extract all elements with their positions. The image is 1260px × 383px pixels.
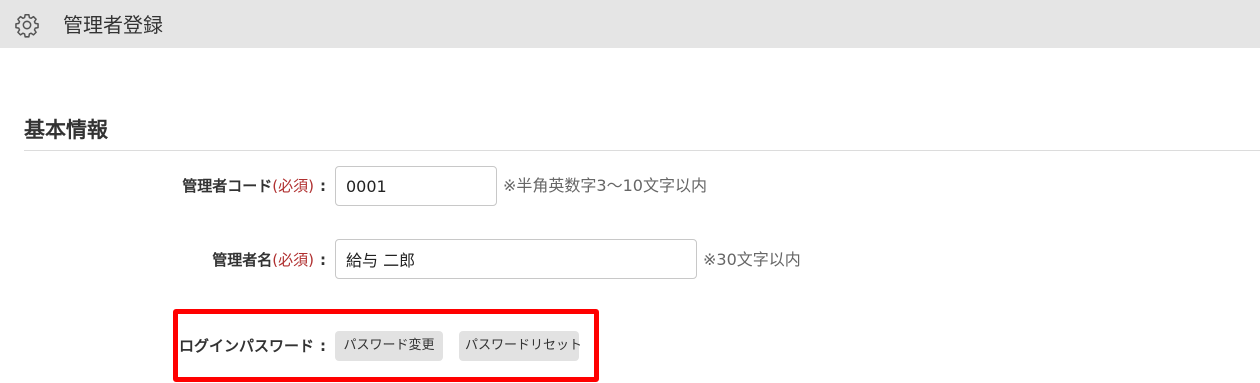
page-title: 管理者登録	[63, 13, 163, 37]
section-divider	[24, 150, 1260, 151]
required-mark: (必須)	[272, 251, 314, 269]
admin-code-row: 管理者コード(必須): ※半角英数字3～10文字以内	[0, 166, 1260, 206]
label-colon: :	[320, 177, 326, 195]
gear-icon	[15, 13, 39, 38]
login-password-label: ログインパスワード:	[179, 335, 326, 357]
admin-name-label-text: 管理者名	[212, 251, 273, 269]
reset-password-button[interactable]: パスワードリセット	[459, 331, 582, 361]
page-header: 管理者登録	[0, 0, 1260, 48]
admin-code-input[interactable]	[335, 166, 497, 206]
change-password-button[interactable]: パスワード変更	[335, 331, 443, 361]
label-colon: :	[320, 337, 326, 355]
admin-code-note: ※半角英数字3～10文字以内	[503, 176, 707, 195]
admin-code-label-text: 管理者コード	[182, 177, 273, 195]
admin-name-label: 管理者名(必須):	[212, 249, 326, 271]
login-password-label-text: ログインパスワード	[178, 337, 314, 355]
admin-name-note: ※30文字以内	[703, 250, 801, 269]
required-mark: (必須)	[272, 177, 314, 195]
admin-code-label: 管理者コード(必須):	[182, 175, 326, 197]
label-colon: :	[320, 251, 326, 269]
admin-name-row: 管理者名(必須): ※30文字以内	[0, 239, 1260, 279]
section-title: 基本情報	[24, 118, 108, 142]
admin-name-input[interactable]	[335, 239, 697, 279]
